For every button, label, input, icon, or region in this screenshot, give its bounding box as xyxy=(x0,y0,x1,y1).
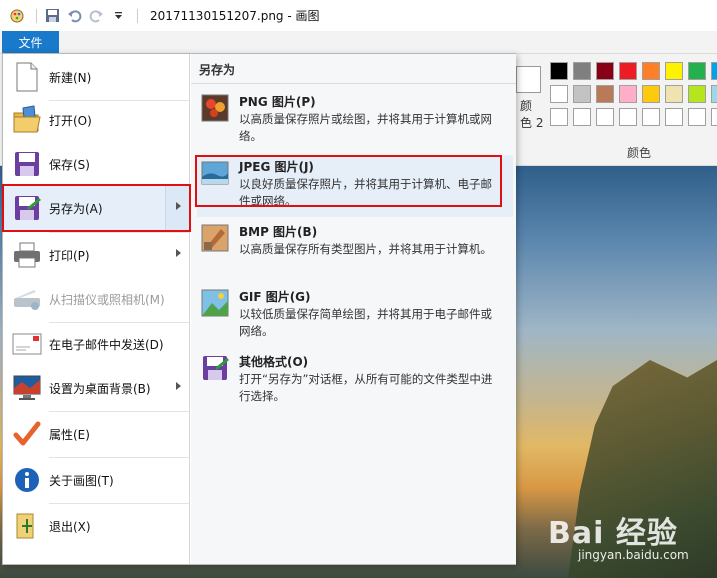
color-swatch[interactable] xyxy=(665,108,683,126)
menu-item-open[interactable]: 打开(O) xyxy=(3,97,189,143)
menu-item-print[interactable]: 打印(P) xyxy=(3,232,189,278)
submenu-arrow-icon xyxy=(176,249,181,257)
gif-image-icon xyxy=(201,289,229,317)
menu-item-set-desktop-background[interactable]: 设置为桌面背景(B) xyxy=(3,365,189,411)
color-swatch[interactable] xyxy=(665,62,683,80)
save-quick-icon[interactable] xyxy=(43,7,61,25)
save-as-submenu: 另存为 PNG 图片(P) 以高质量保存照片或绘图，并将其用于计算机或网络。 J… xyxy=(191,54,516,564)
png-image-icon xyxy=(201,94,229,122)
window-title: 20171130151207.png - 画图 xyxy=(150,9,320,23)
colors-group-label: 颜色 xyxy=(627,146,652,160)
menu-item-send-email[interactable]: 在电子邮件中发送(D) xyxy=(3,321,189,367)
undo-icon[interactable] xyxy=(65,7,83,25)
color-2-swatch[interactable] xyxy=(516,66,541,93)
menu-item-scanner: 从扫描仪或照相机(M) xyxy=(3,276,189,322)
bmp-image-icon xyxy=(201,224,229,252)
exit-icon xyxy=(11,510,43,542)
floppy-disk-icon xyxy=(11,148,43,180)
color-swatch[interactable] xyxy=(619,62,637,80)
color-swatch[interactable] xyxy=(688,62,706,80)
desktop-icon xyxy=(11,372,43,404)
save-format-bmp[interactable]: BMP 图片(B) 以高质量保存所有类型图片，并将其用于计算机。 xyxy=(197,220,513,282)
customize-toolbar-dropdown-icon[interactable] xyxy=(109,7,127,25)
color-swatch[interactable] xyxy=(688,108,706,126)
color-swatch[interactable] xyxy=(711,62,717,80)
other-formats-icon xyxy=(201,354,229,382)
color-swatch[interactable] xyxy=(550,62,568,80)
email-icon xyxy=(11,328,43,360)
color-swatch[interactable] xyxy=(573,62,591,80)
menu-item-save[interactable]: 保存(S) xyxy=(3,141,189,187)
toolbar-separator xyxy=(36,8,37,23)
color-swatch[interactable] xyxy=(550,108,568,126)
new-file-icon xyxy=(11,61,43,93)
watermark-brand: Bai 经验 xyxy=(548,516,678,551)
quick-access-toolbar xyxy=(0,0,144,31)
color-swatch[interactable] xyxy=(596,62,614,80)
printer-icon xyxy=(11,239,43,271)
menu-item-exit[interactable]: 退出(X) xyxy=(3,503,189,549)
jpeg-highlight-annotation xyxy=(195,155,502,207)
color-palette xyxy=(550,62,717,127)
save-format-gif[interactable]: GIF 图片(G) 以较低质量保存简单绘图，并将其用于电子邮件或网络。 xyxy=(197,285,513,347)
paint-app-icon[interactable] xyxy=(8,7,26,25)
toolbar-separator xyxy=(137,8,138,23)
scanner-icon xyxy=(11,283,43,315)
color-swatch[interactable] xyxy=(642,108,660,126)
save-format-png[interactable]: PNG 图片(P) 以高质量保存照片或绘图，并将其用于计算机或网络。 xyxy=(197,90,513,152)
color-swatch[interactable] xyxy=(596,85,614,103)
color-swatch[interactable] xyxy=(642,62,660,80)
color-swatch[interactable] xyxy=(711,85,717,103)
file-tab[interactable]: 文件 xyxy=(2,31,59,53)
color-swatch[interactable] xyxy=(573,85,591,103)
color-swatch[interactable] xyxy=(596,108,614,126)
submenu-arrow-icon xyxy=(176,382,181,390)
color-swatch[interactable] xyxy=(688,85,706,103)
color-swatch[interactable] xyxy=(619,85,637,103)
color-swatch[interactable] xyxy=(550,85,568,103)
save-as-highlight-annotation xyxy=(2,184,191,232)
info-icon xyxy=(11,464,43,496)
color-swatch[interactable] xyxy=(619,108,637,126)
file-menu: 新建(N) 打开(O) 保存(S) 另存为(A) 打印(P) 从扫描仪或照相机(… xyxy=(2,53,516,565)
color-swatch[interactable] xyxy=(642,85,660,103)
save-format-other[interactable]: 其他格式(O) 打开“另存为”对话框，从所有可能的文件类型中进行选择。 xyxy=(197,350,513,412)
file-menu-commands: 新建(N) 打开(O) 保存(S) 另存为(A) 打印(P) 从扫描仪或照相机(… xyxy=(2,54,191,564)
menu-item-new[interactable]: 新建(N) xyxy=(3,54,189,100)
menu-item-about[interactable]: 关于画图(T) xyxy=(3,457,189,503)
color-2-label[interactable]: 颜 色 2 xyxy=(520,98,543,132)
color-swatch[interactable] xyxy=(665,85,683,103)
title-bar: 20171130151207.png - 画图 xyxy=(0,0,717,31)
color-swatch[interactable] xyxy=(711,108,717,126)
redo-icon[interactable] xyxy=(87,7,105,25)
submenu-header: 另存为 xyxy=(191,56,516,84)
watermark-url: jingyan.baidu.com xyxy=(578,548,689,562)
open-folder-icon xyxy=(11,104,43,136)
checkmark-icon xyxy=(11,418,43,450)
menu-item-properties[interactable]: 属性(E) xyxy=(3,411,189,457)
color-swatch[interactable] xyxy=(573,108,591,126)
